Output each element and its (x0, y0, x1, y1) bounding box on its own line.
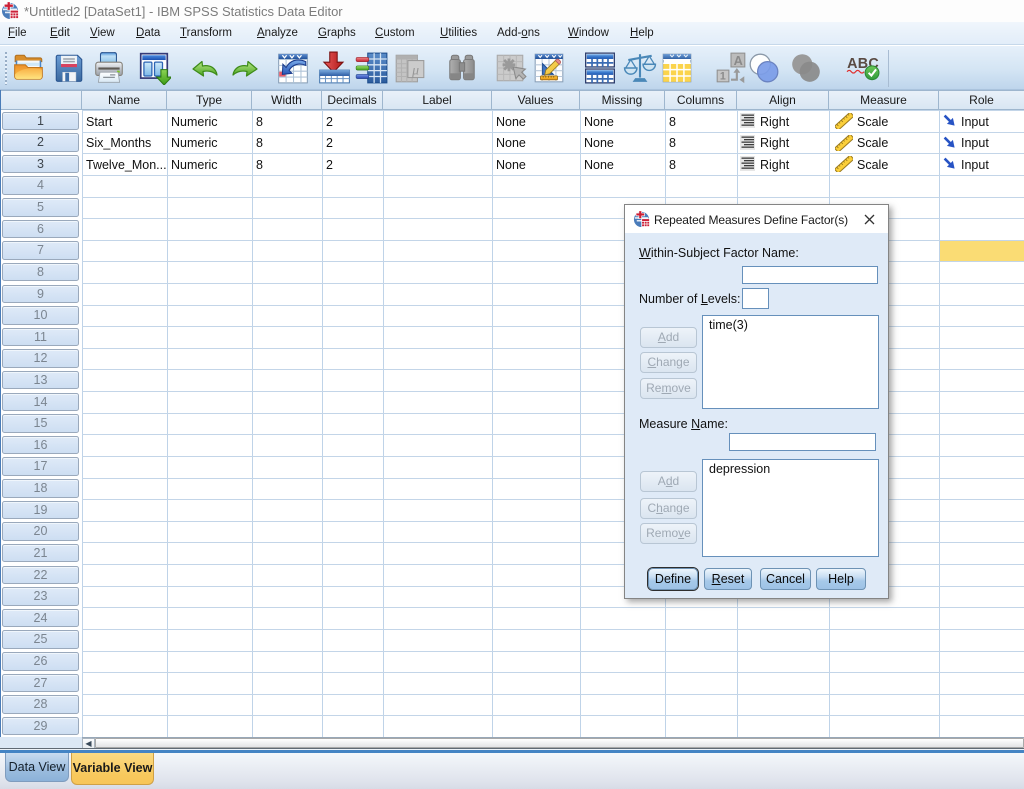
svg-text:1: 1 (720, 71, 726, 83)
svg-text:μ: μ (411, 62, 419, 77)
svg-text:A: A (734, 53, 743, 68)
